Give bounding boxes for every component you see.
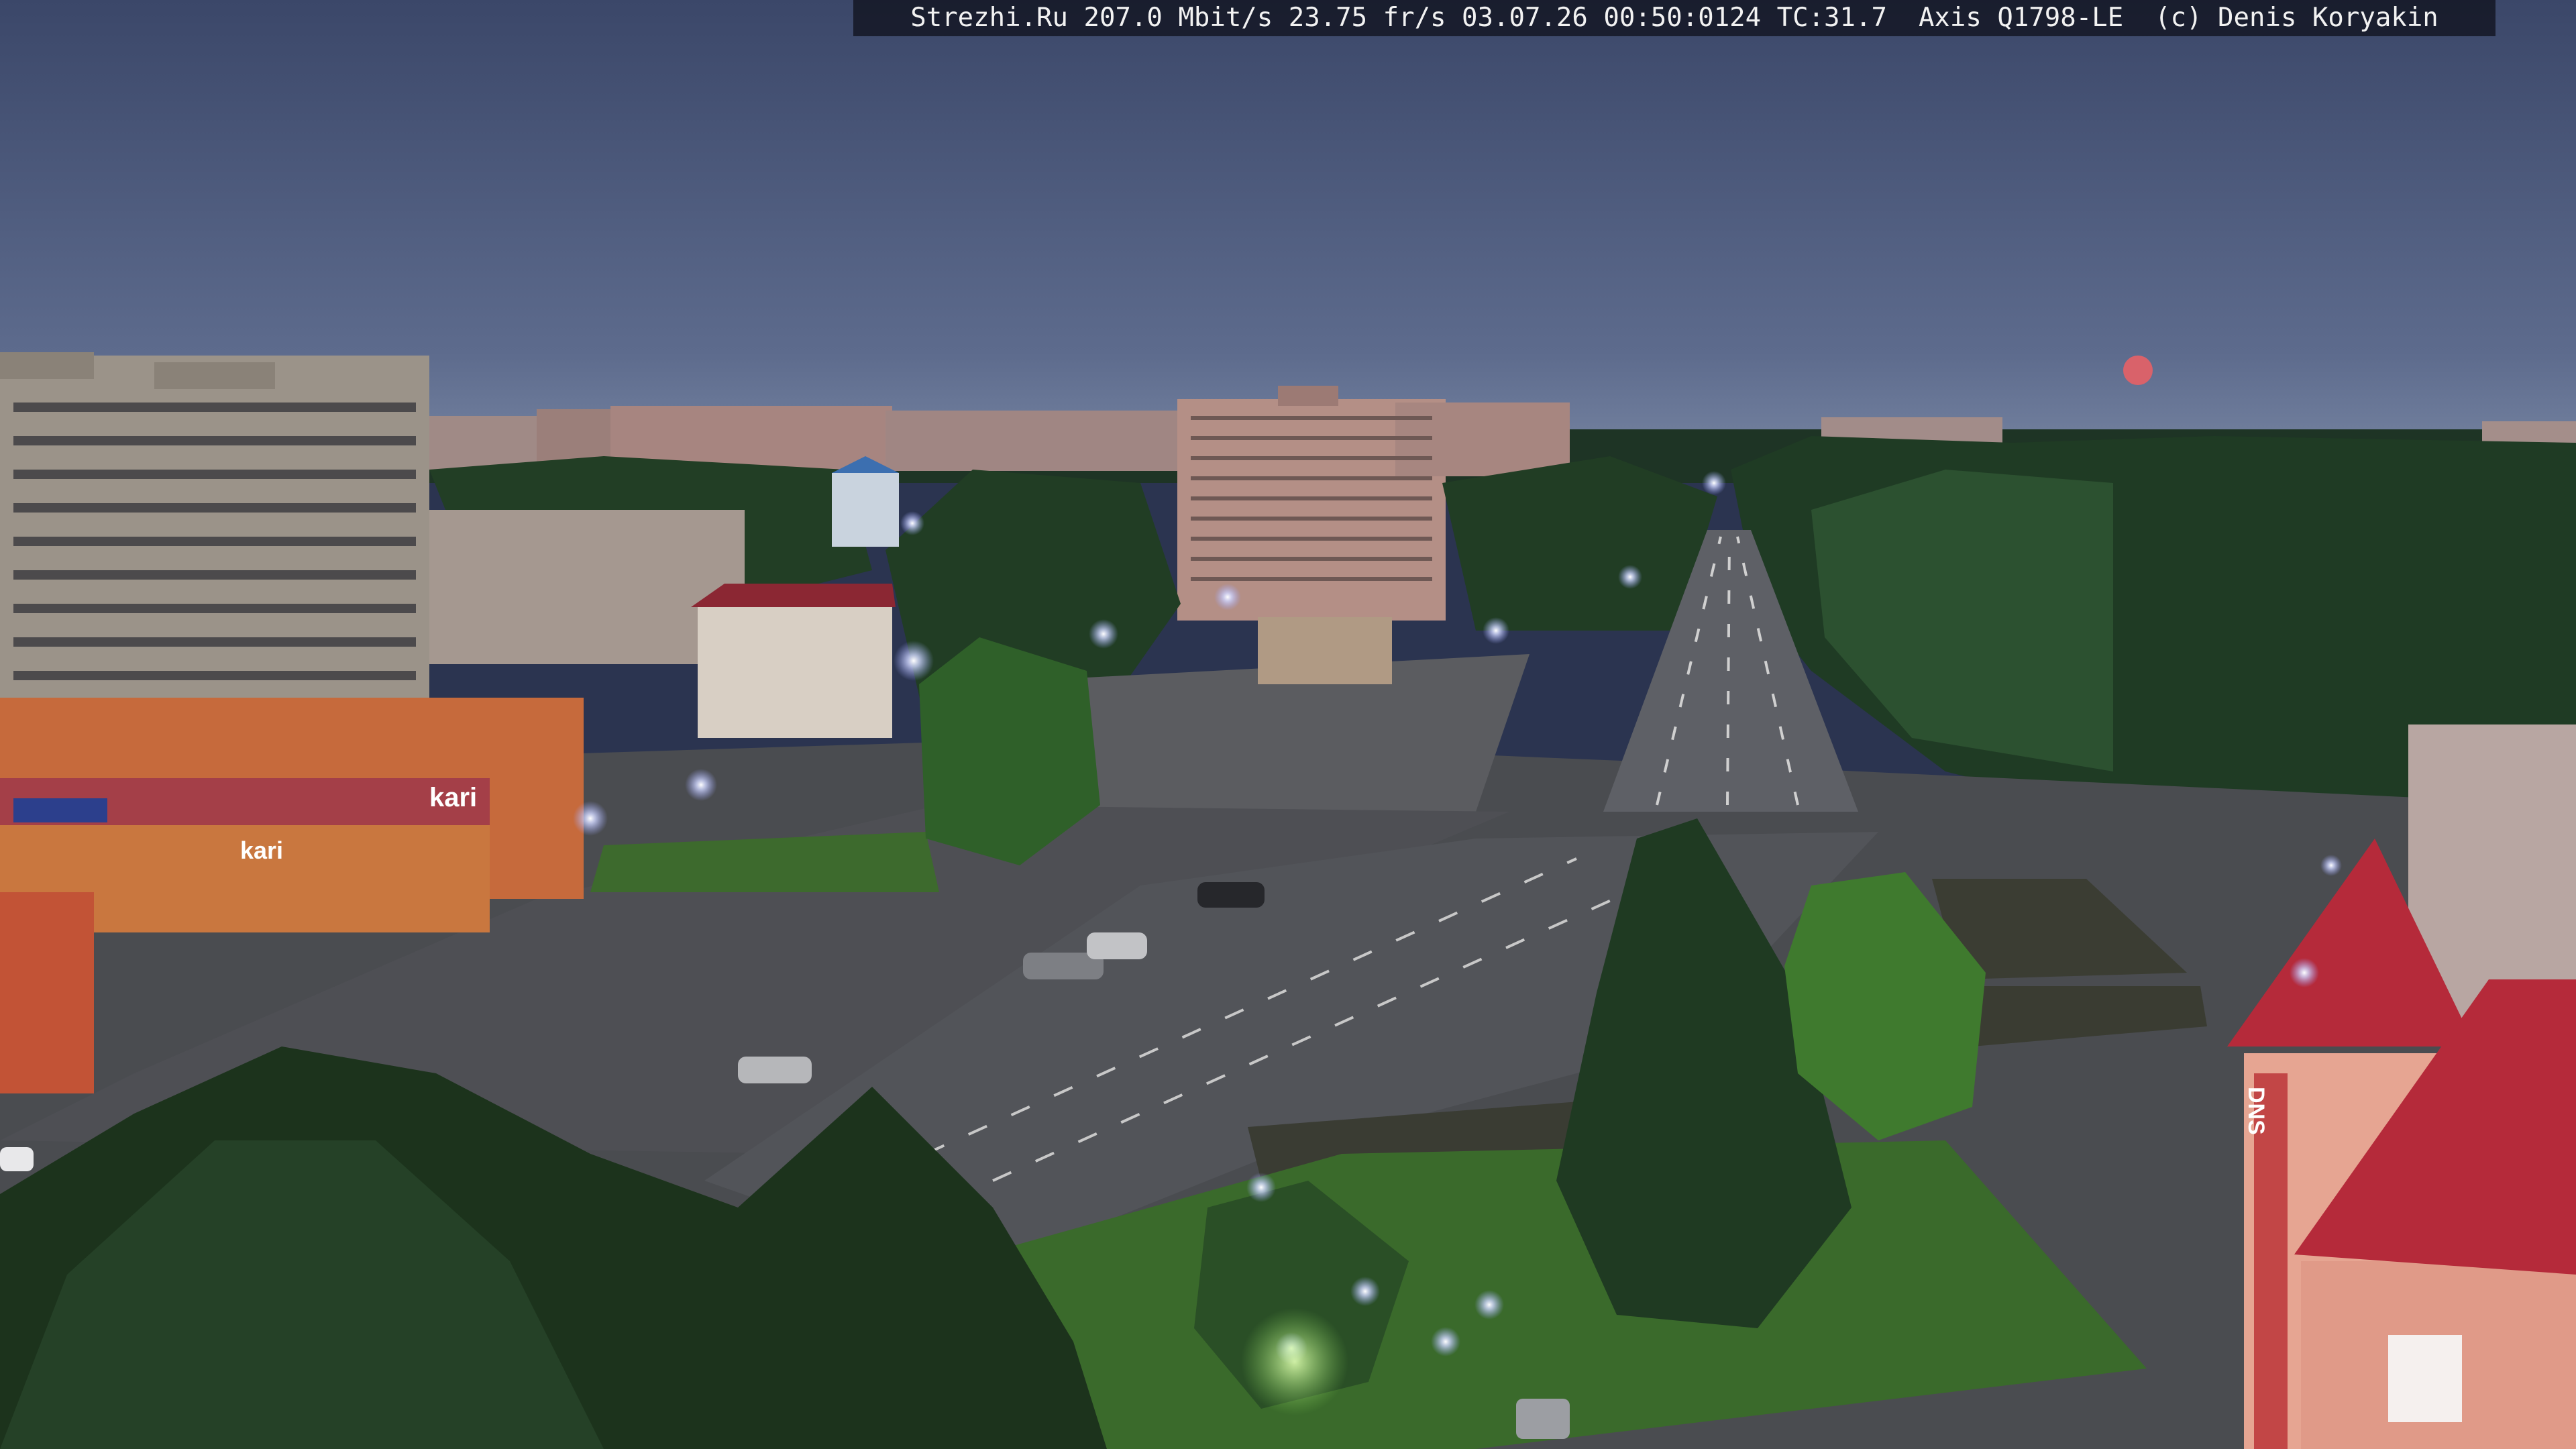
dns-sign: DNS (2243, 1087, 2269, 1135)
camera-info-overlay: Strezhi.Ru 207.0 Mbit/s 23.75 fr/s 03.07… (853, 0, 2496, 36)
camera-info-text: Strezhi.Ru 207.0 Mbit/s 23.75 fr/s 03.07… (910, 3, 2438, 33)
kari-sign-2: kari (240, 837, 283, 864)
camera-scene: kari kari DNS (0, 0, 2576, 1449)
moon (2123, 356, 2153, 385)
kari-sign-1: kari (429, 783, 477, 812)
mid-apartment (429, 510, 745, 664)
red-roof-house (691, 584, 896, 738)
